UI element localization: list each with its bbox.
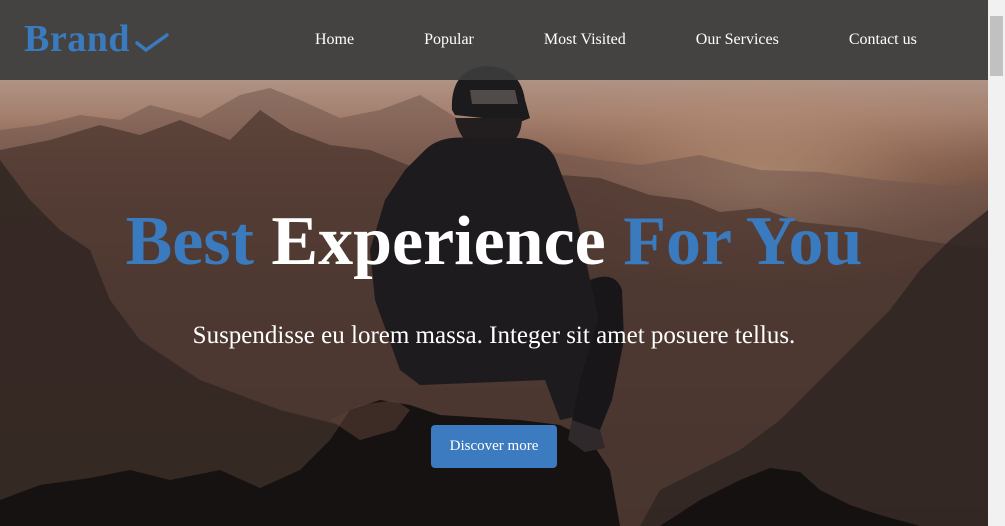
nav-link-contact[interactable]: Contact us [849,31,917,48]
vertical-scrollbar[interactable] [988,0,1005,526]
nav-item-home: Home [280,31,389,49]
brand-name: Brand [24,18,130,60]
hero-headline: Best Experience For You [0,202,988,282]
nav-menu: Home Popular Most Visited Our Services C… [280,0,952,80]
nav-item-most-visited: Most Visited [509,31,661,49]
nav-item-contact: Contact us [814,31,952,49]
checkmark-icon [135,33,169,52]
nav-item-our-services: Our Services [661,31,814,49]
page: Brand Home Popular Most Visited Our Serv… [0,0,1005,526]
headline-word-best: Best [125,203,254,280]
nav-link-popular[interactable]: Popular [424,31,474,48]
nav-link-home[interactable]: Home [315,31,354,48]
nav-link-most-visited[interactable]: Most Visited [544,31,626,48]
hero-subtitle: Suspendisse eu lorem massa. Integer sit … [192,322,796,349]
headline-words-for-you: For You [623,203,863,280]
discover-more-button[interactable]: Discover more [431,425,557,468]
scrollbar-thumb[interactable] [990,16,1003,76]
nav-link-our-services[interactable]: Our Services [696,31,779,48]
brand-logo-link[interactable]: Brand [24,14,170,64]
navbar: Brand Home Popular Most Visited Our Serv… [0,0,988,80]
nav-item-popular: Popular [389,31,509,49]
headline-word-experience: Experience [271,203,606,280]
